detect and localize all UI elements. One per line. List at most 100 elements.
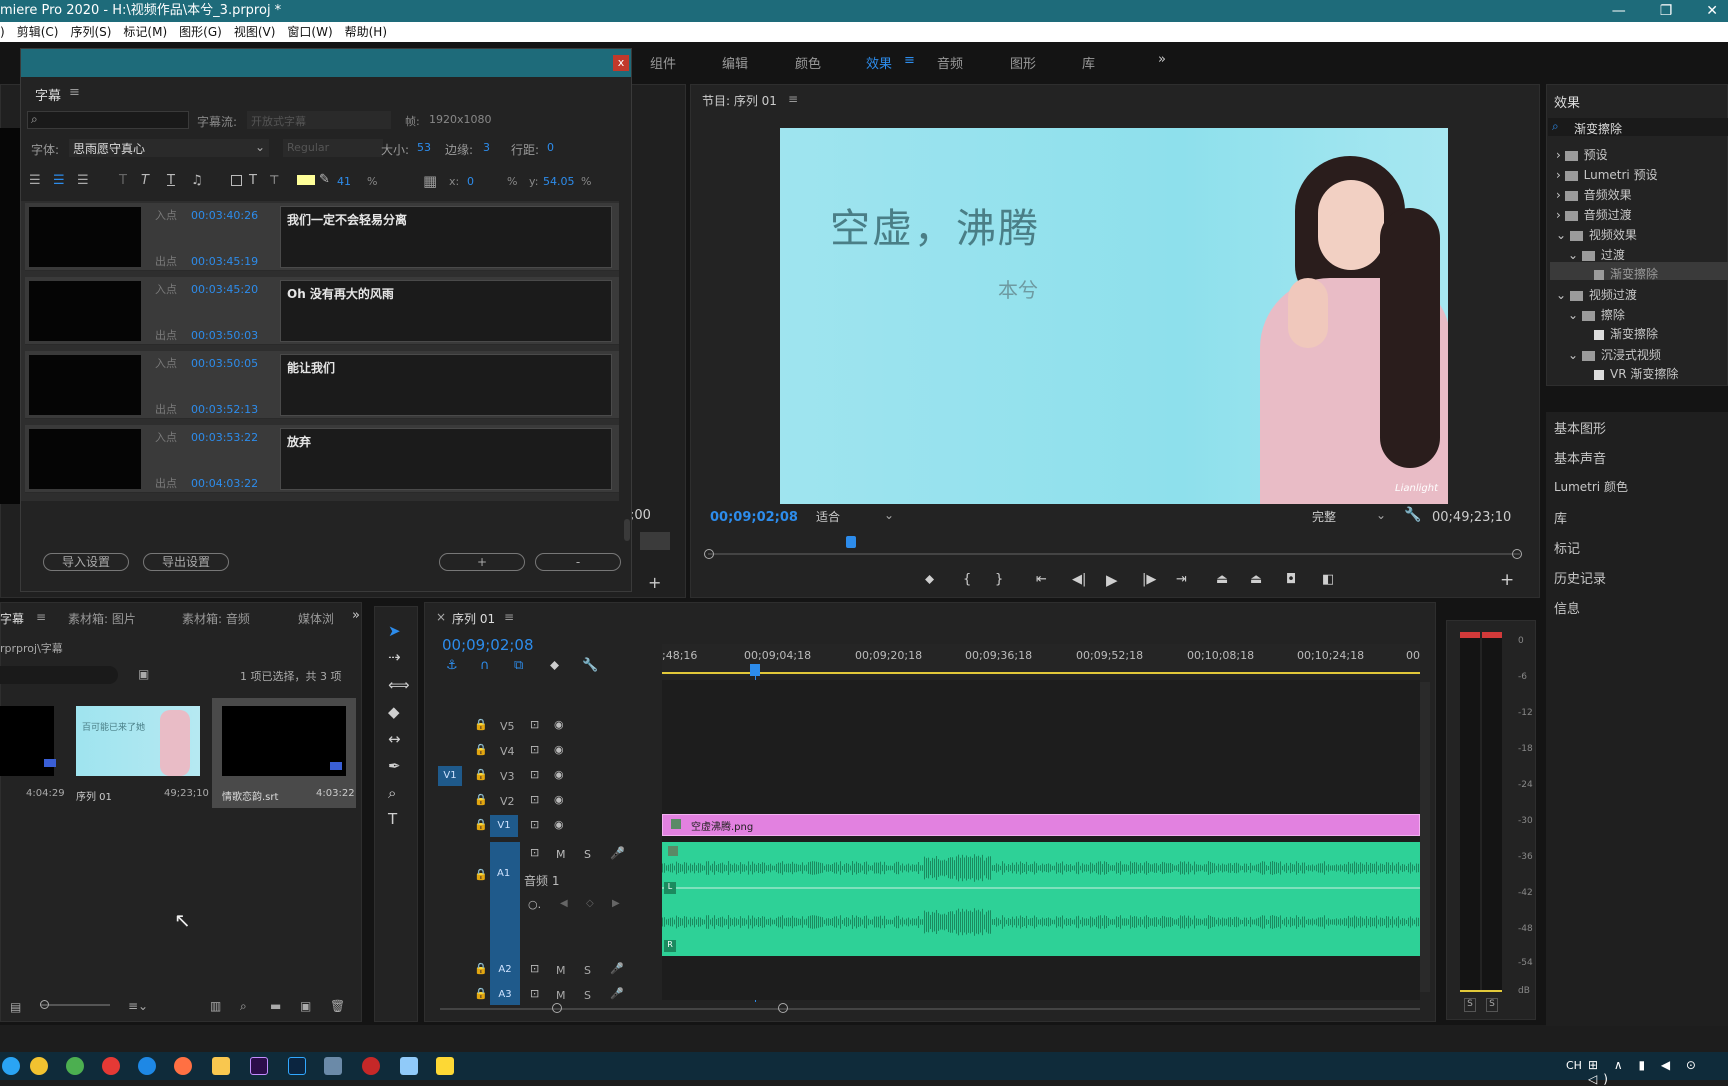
font-style-select[interactable]: Regular xyxy=(283,139,383,157)
effects-tree-item[interactable]: ⌄ 视频效果 xyxy=(1556,226,1637,243)
effects-tree-item[interactable]: ⌄ 过渡 xyxy=(1568,246,1625,263)
menu-item-view[interactable]: 视图(V) xyxy=(228,22,282,42)
step-forward-icon[interactable]: |▶ xyxy=(1142,572,1156,587)
sync-lock-icon[interactable]: ⊡ xyxy=(530,793,539,806)
music-note-icon[interactable]: ♫ xyxy=(191,173,203,188)
timeline-playhead-handle[interactable] xyxy=(750,664,760,676)
maximize-button[interactable]: ❐ xyxy=(1660,0,1673,22)
workspace-tab-color[interactable]: 颜色 xyxy=(795,53,821,72)
bold-icon[interactable]: T xyxy=(119,173,127,188)
section-info[interactable]: 信息 xyxy=(1554,598,1580,617)
caption-search-input[interactable]: ⌕ xyxy=(27,111,189,129)
zoom-slider-handle[interactable] xyxy=(40,1000,49,1009)
work-area-bar[interactable] xyxy=(662,672,1420,674)
lock-icon[interactable]: 🔒 xyxy=(474,818,488,831)
workspace-tab-libraries[interactable]: 库 xyxy=(1082,53,1095,72)
close-icon[interactable]: x xyxy=(613,55,629,71)
step-back-icon[interactable]: ◀| xyxy=(1072,572,1086,587)
slip-tool-icon[interactable]: ↔ xyxy=(388,730,401,748)
close-button[interactable]: ✕ xyxy=(1706,0,1718,22)
lock-icon[interactable]: 🔒 xyxy=(474,768,488,781)
menu-item-sequence[interactable]: 序列(S) xyxy=(64,22,117,42)
project-tab-images[interactable]: 素材箱: 图片 xyxy=(68,610,136,627)
track-target-a2[interactable]: A2 xyxy=(490,960,520,980)
effects-tree-item[interactable]: › Lumetri 预设 xyxy=(1556,166,1658,183)
timeline-vertical-scrollbar[interactable] xyxy=(1420,682,1430,992)
go-to-in-icon[interactable]: ⇤ xyxy=(1036,572,1047,587)
folder-icon[interactable]: ▬ xyxy=(270,999,281,1013)
menu-item-graphics[interactable]: 图形(G) xyxy=(173,22,228,42)
out-time[interactable]: 00:03:50:03 xyxy=(191,329,258,342)
menu-item-clip[interactable]: 剪辑(C) xyxy=(11,22,65,42)
sync-lock-icon[interactable]: ⊡ xyxy=(530,743,539,756)
project-item-name[interactable]: 情歌恋韵.srt xyxy=(222,788,278,803)
scrub-start-handle[interactable] xyxy=(704,549,714,559)
new-item-icon[interactable]: ▣ xyxy=(300,999,311,1013)
effects-tree-item[interactable]: › 音频效果 xyxy=(1556,186,1632,203)
sync-lock-icon[interactable]: ⊡ xyxy=(530,818,539,831)
lock-icon[interactable]: 🔒 xyxy=(474,987,488,1000)
in-time[interactable]: 00:03:45:20 xyxy=(191,283,258,296)
caption-text-field[interactable]: 放弃 xyxy=(280,428,612,490)
section-libraries[interactable]: 库 xyxy=(1554,508,1567,527)
chrome-icon[interactable] xyxy=(30,1057,48,1075)
selection-tool-icon[interactable]: ➤ xyxy=(388,622,401,640)
in-time[interactable]: 00:03:53:22 xyxy=(191,431,258,444)
section-history[interactable]: 历史记录 xyxy=(1554,568,1606,587)
workspace-tab-assembly[interactable]: 组件 xyxy=(650,53,676,72)
sync-lock-icon[interactable]: ⊡ xyxy=(530,846,539,859)
source-add-button[interactable]: + xyxy=(648,573,661,592)
y-value[interactable]: 54.05 xyxy=(543,175,575,188)
program-current-time[interactable]: 00;09;02;08 xyxy=(710,510,798,525)
mute-button[interactable]: M xyxy=(556,848,566,861)
linked-selection-icon[interactable]: ∩ xyxy=(480,658,490,673)
out-time[interactable]: 00:03:52:13 xyxy=(191,403,258,416)
source-patch-v1[interactable]: V1 xyxy=(438,766,462,786)
quality-select[interactable]: 完整 ⌄ xyxy=(1312,508,1388,526)
workspace-tab-effects[interactable]: 效果 xyxy=(866,53,892,72)
effects-tree-item[interactable]: ⌄ 沉浸式视频 xyxy=(1568,346,1661,363)
file-explorer-icon[interactable] xyxy=(212,1057,230,1075)
in-time[interactable]: 00:03:50:05 xyxy=(191,357,258,370)
program-monitor-title[interactable]: 节目: 序列 01 xyxy=(702,92,777,109)
effects-tree-item[interactable]: ⌄ 擦除 xyxy=(1568,306,1625,323)
project-tab-media-browser[interactable]: 媒体浏 xyxy=(298,610,334,627)
more-workspaces-icon[interactable]: » xyxy=(1158,52,1166,67)
add-marker-icon[interactable]: ⬥ xyxy=(550,658,559,673)
project-item-name[interactable]: 序列 01 xyxy=(76,788,112,803)
edge-color-icon[interactable]: ⊤ xyxy=(269,173,279,187)
add-caption-button[interactable]: + xyxy=(439,553,525,571)
import-settings-button[interactable]: 导入设置 xyxy=(43,553,129,571)
eyedropper-icon[interactable]: ✎ xyxy=(319,172,330,187)
solo-button[interactable]: S xyxy=(584,964,591,977)
edge-value[interactable]: 3 xyxy=(483,141,490,154)
scroll-end-handle[interactable] xyxy=(778,1003,788,1013)
microphone-icon[interactable]: 🎤 xyxy=(610,846,625,860)
background-box-icon[interactable] xyxy=(231,175,242,186)
project-item-thumbnail[interactable] xyxy=(222,706,346,776)
position-grid-icon[interactable]: ▦ xyxy=(423,172,437,190)
notes-icon[interactable] xyxy=(400,1057,418,1075)
menu-item-marker[interactable]: 标记(M) xyxy=(117,22,173,42)
timeline-horizontal-scrollbar[interactable] xyxy=(440,1008,1420,1010)
eye-icon[interactable]: ◉ xyxy=(554,743,564,756)
sync-lock-icon[interactable]: ⊡ xyxy=(530,768,539,781)
eye-icon[interactable]: ◉ xyxy=(554,718,564,731)
zoom-select[interactable]: 适合 ⌄ xyxy=(816,508,896,526)
lock-icon[interactable]: 🔒 xyxy=(474,962,488,975)
lock-icon[interactable]: 🔒 xyxy=(474,743,488,756)
effects-tree-item[interactable]: › 预设 xyxy=(1556,146,1608,163)
track-target-a3[interactable]: A3 xyxy=(490,985,520,1005)
play-icon[interactable]: ▶ xyxy=(1106,571,1118,589)
lock-icon[interactable]: 🔒 xyxy=(474,718,488,731)
eye-icon[interactable]: ◉ xyxy=(554,818,564,831)
music-app-icon[interactable] xyxy=(102,1057,120,1075)
hamburger-icon[interactable]: ≡ xyxy=(904,53,915,68)
photos-icon[interactable] xyxy=(324,1057,342,1075)
more-tabs-icon[interactable]: » xyxy=(352,608,360,623)
out-time[interactable]: 00:04:03:22 xyxy=(191,477,258,490)
align-left-icon[interactable]: ☰ xyxy=(29,173,41,188)
mark-out-icon[interactable]: } xyxy=(995,572,1003,587)
align-right-icon[interactable]: ☰ xyxy=(77,173,89,188)
caption-text-field[interactable]: 我们一定不会轻易分离 xyxy=(280,206,612,268)
